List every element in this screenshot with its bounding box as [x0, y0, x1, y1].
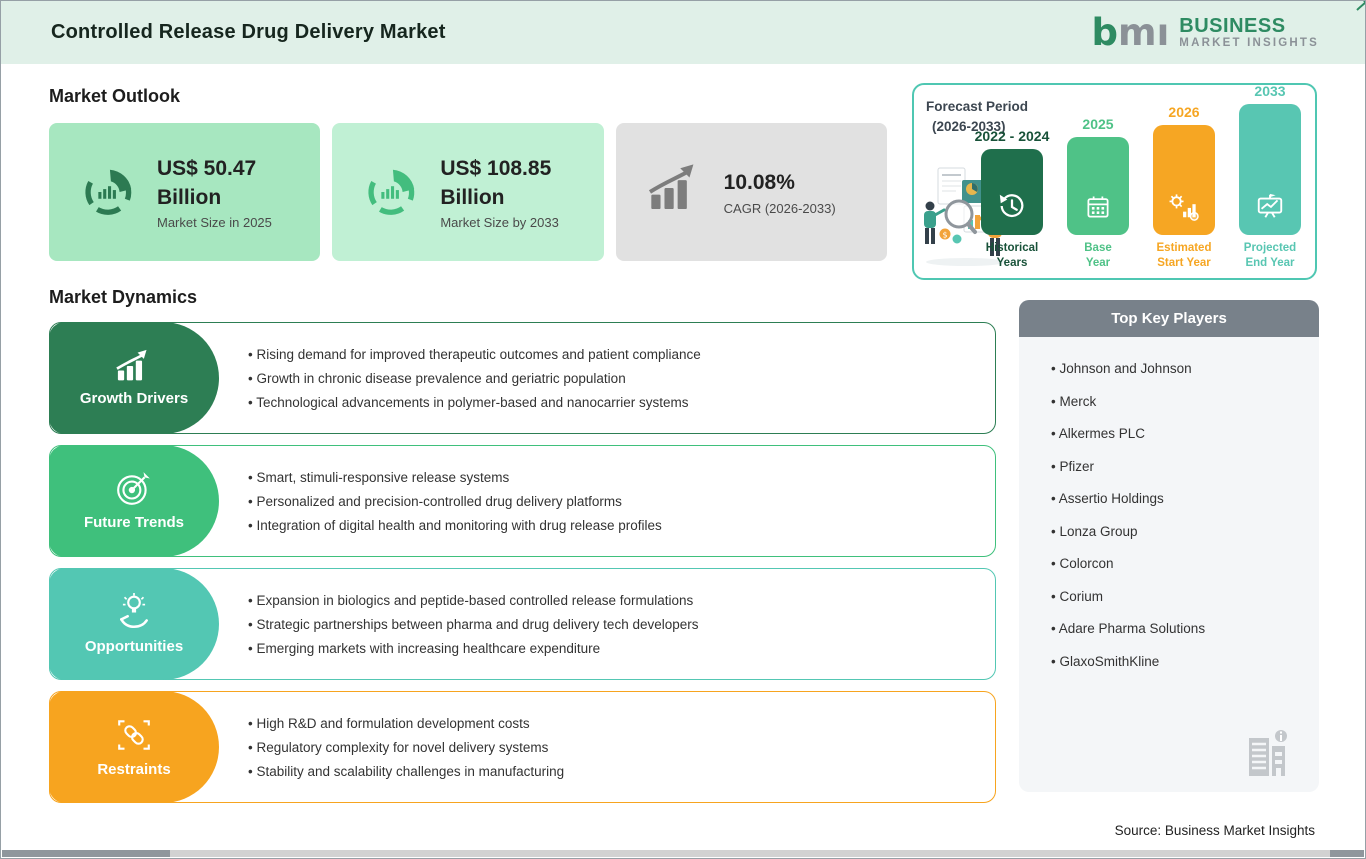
- bmi-logo-mark: bmı: [1091, 10, 1170, 54]
- stat-caption: CAGR (2026-2033): [723, 200, 836, 216]
- forecast-bar-year: 2025: [1082, 116, 1114, 133]
- dynamics-bullet: Expansion in biologics and peptide-based…: [248, 593, 995, 608]
- bmi-logo: bmı BUSINESS MARKET INSIGHTS: [1091, 1, 1365, 54]
- dynamics-bullet: Strategic partnerships between pharma an…: [248, 617, 995, 632]
- forecast-bar-year: 2026: [1168, 104, 1200, 121]
- logo-arrow-icon: [1356, 1, 1365, 11]
- dynamics-row-opportunities: Opportunities Expansion in biologics and…: [49, 568, 996, 680]
- stat-value-line2: Billion: [440, 186, 505, 209]
- key-player-item: Johnson and Johnson: [1051, 361, 1309, 376]
- logo-business: BUSINESS: [1179, 14, 1286, 37]
- top-key-players-panel: Top Key Players Johnson and Johnson Merck…: [1019, 300, 1319, 792]
- horizontal-scrollbar-thumb[interactable]: [2, 850, 170, 857]
- key-player-item: Lonza Group: [1051, 524, 1309, 539]
- stat-value-line1: 10.08%: [723, 171, 795, 195]
- key-player-item: Colorcon: [1051, 556, 1309, 571]
- stat-cards-row: US$ 50.47 Billion Market Size in 2025 US…: [49, 123, 887, 261]
- growth-chart-icon: [114, 349, 154, 383]
- forecast-bar: 2033 Projected End Year: [1233, 83, 1307, 271]
- dynamics-badge: Restraints: [49, 691, 219, 803]
- donut-chart-icon: [79, 163, 137, 221]
- chain-link-icon: [115, 716, 153, 754]
- dynamics-bullet: Emerging markets with increasing healthc…: [248, 641, 995, 656]
- forecast-bar-label: Historical Years: [985, 242, 1039, 270]
- dynamics-row-growth-drivers: Growth Drivers Rising demand for improve…: [49, 322, 996, 434]
- dynamics-bullet: Smart, stimuli-responsive release system…: [248, 470, 995, 485]
- projection-icon: [1255, 191, 1285, 226]
- dynamics-bullet: Integration of digital health and monito…: [248, 518, 995, 533]
- building-icon: [1249, 730, 1287, 776]
- dynamics-bullet: Regulatory complexity for novel delivery…: [248, 740, 995, 755]
- dynamics-badge-label: Opportunities: [84, 638, 184, 655]
- dynamics-badge: Future Trends: [49, 445, 219, 557]
- forecast-period-card: Forecast Period (2026-2033) $ 2022 - 202…: [912, 83, 1317, 280]
- estimate-icon: [1168, 193, 1200, 226]
- stat-card: US$ 50.47 Billion Market Size in 2025: [49, 123, 321, 261]
- stat-value-line1: US$ 108.85: [440, 156, 552, 180]
- dynamics-bullet: Personalized and precision-controlled dr…: [248, 494, 995, 509]
- key-players-list: Johnson and Johnson Merck Alkermes PLC Pfiz…: [1019, 337, 1319, 669]
- dynamics-row-future-trends: Future Trends Smart, stimuli-responsive …: [49, 445, 996, 557]
- stat-value-line2: Billion: [157, 186, 222, 209]
- stat-caption: Market Size in 2025: [157, 215, 272, 231]
- forecast-bar-label: Base Year: [1084, 242, 1112, 270]
- dynamics-bullet: Stability and scalability challenges in …: [248, 764, 995, 779]
- key-player-item: Merck: [1051, 394, 1309, 409]
- horizontal-scrollbar[interactable]: [2, 850, 1364, 857]
- svg-text:$: $: [943, 231, 948, 240]
- stat-card: US$ 108.85 Billion Market Size by 2033: [332, 123, 604, 261]
- stat-caption: Market Size by 2033: [440, 215, 559, 231]
- forecast-bar-label: Estimated Start Year: [1156, 242, 1212, 270]
- dynamics-badge: Growth Drivers: [49, 322, 219, 434]
- infographic-page: Controlled Release Drug Delivery Market …: [0, 0, 1366, 859]
- forecast-bar-label: Projected End Year: [1243, 242, 1297, 270]
- dynamics-bullets: Expansion in biologics and peptide-based…: [218, 569, 995, 679]
- dynamics-bullets: Rising demand for improved therapeutic o…: [218, 323, 995, 433]
- dynamics-badge-label: Future Trends: [83, 514, 184, 531]
- top-key-players-header: Top Key Players: [1019, 300, 1319, 337]
- logo-text: BUSINESS MARKET INSIGHTS: [1179, 14, 1319, 49]
- dynamics-bullets: High R&D and formulation development cos…: [218, 692, 995, 802]
- forecast-bars: 2022 - 2024 Historical Years 2025 Base Yea…: [975, 83, 1307, 271]
- dynamics-bullet: High R&D and formulation development cos…: [248, 716, 995, 731]
- header: Controlled Release Drug Delivery Market …: [1, 1, 1365, 64]
- page-title: Controlled Release Drug Delivery Market: [51, 21, 446, 43]
- forecast-bar-year: 2033: [1254, 83, 1286, 100]
- key-player-item: Pfizer: [1051, 459, 1309, 474]
- logo-market-insights: MARKET INSIGHTS: [1179, 36, 1319, 49]
- dynamics-badge-label: Growth Drivers: [79, 390, 189, 407]
- key-player-item: GlaxoSmithKline: [1051, 654, 1309, 669]
- key-player-item: Corium: [1051, 589, 1309, 604]
- dynamics-bullets: Smart, stimuli-responsive release system…: [218, 446, 995, 556]
- bulb-hand-icon: [115, 593, 153, 631]
- dynamics-badge-label: Restraints: [97, 761, 171, 778]
- dynamics-bullet: Growth in chronic disease prevalence and…: [248, 371, 995, 386]
- dynamics-row-restraints: Restraints High R&D and formulation deve…: [49, 691, 996, 803]
- scrollbar-corner: [1330, 850, 1364, 857]
- key-player-item: Alkermes PLC: [1051, 426, 1309, 441]
- dynamics-bullet: Technological advancements in polymer-ba…: [248, 395, 995, 410]
- forecast-bar: 2025 Base Year: [1061, 116, 1135, 271]
- history-icon: [997, 191, 1027, 226]
- forecast-bar-year: 2022 - 2024: [974, 128, 1050, 145]
- stat-card: 10.08% CAGR (2026-2033): [615, 123, 887, 261]
- key-player-item: Adare Pharma Solutions: [1051, 621, 1309, 636]
- stat-value-line1: US$ 50.47: [157, 156, 257, 180]
- growth-bars-icon: [646, 163, 704, 221]
- dynamics-badge: Opportunities: [49, 568, 219, 680]
- calendar-icon: [1084, 193, 1112, 226]
- key-player-item: Assertio Holdings: [1051, 491, 1309, 506]
- forecast-bar: 2026 Estimated Start Year: [1147, 104, 1221, 271]
- source-note: Source: Business Market Insights: [1114, 823, 1315, 838]
- target-icon: [115, 471, 153, 507]
- dynamics-bullet: Rising demand for improved therapeutic o…: [248, 347, 995, 362]
- donut-chart-icon: [362, 163, 420, 221]
- forecast-bar: 2022 - 2024 Historical Years: [974, 128, 1050, 271]
